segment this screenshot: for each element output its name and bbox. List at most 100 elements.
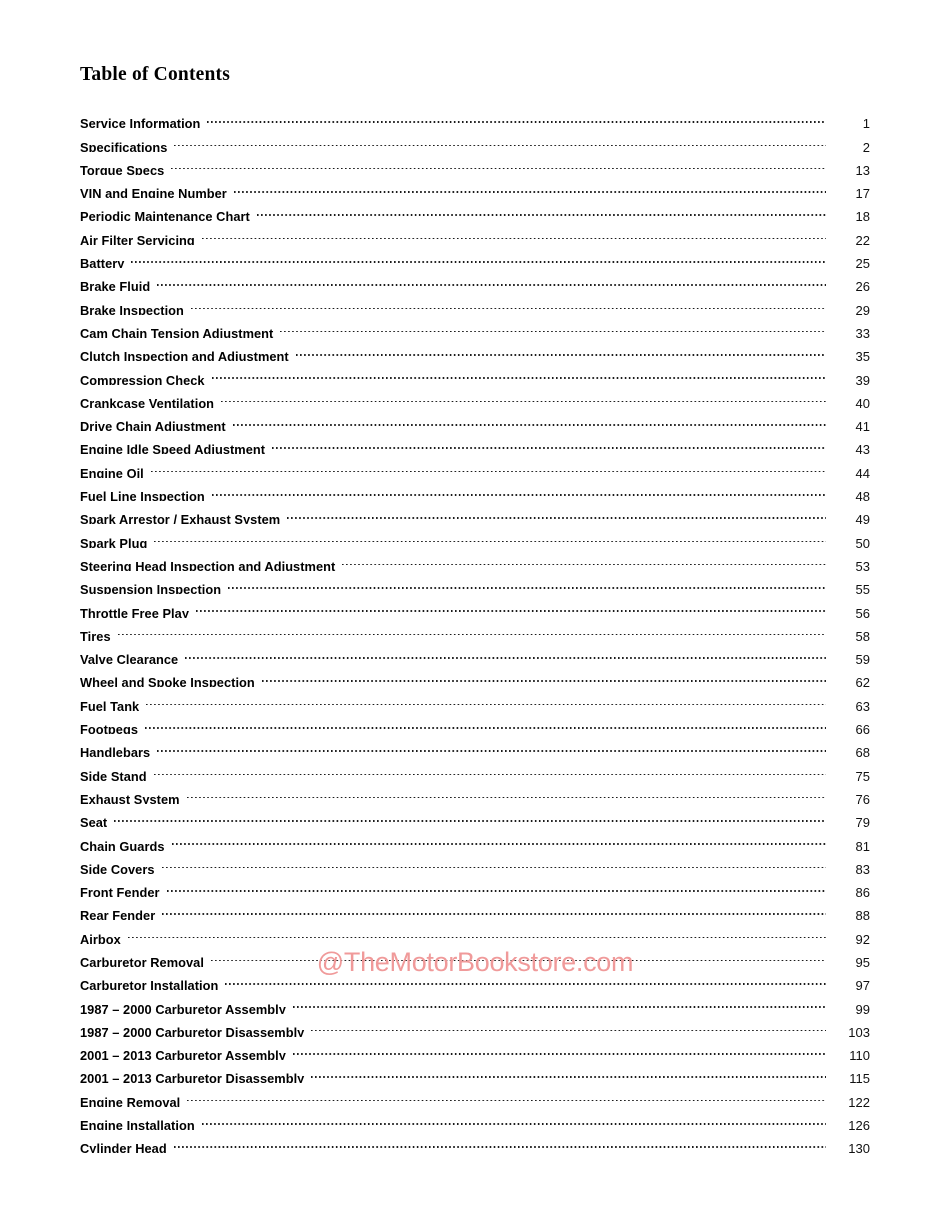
toc-entry-page-number: 88 [855, 908, 870, 921]
toc-entry[interactable]: Fuel Tank 63 [80, 687, 870, 711]
toc-entry-page-number: 63 [855, 698, 870, 711]
toc-entry-page-number: 76 [855, 791, 870, 804]
toc-dot-leader [201, 221, 826, 244]
toc-entry[interactable]: Wheel and Spoke Inspection 62 [80, 664, 870, 687]
toc-dot-leader [311, 1014, 826, 1037]
toc-entry[interactable]: VIN and Engine Number 17 [80, 175, 870, 198]
toc-entry[interactable]: Carburetor Removal 95 [80, 944, 870, 967]
toc-entry[interactable]: Handlebars 68 [80, 734, 870, 757]
toc-entry-page-number: 92 [855, 931, 870, 944]
toc-entry[interactable]: Rear Fender 88 [80, 897, 870, 920]
toc-entry[interactable]: Side Covers 83 [80, 851, 870, 874]
toc-entry-label: Specifications [80, 139, 168, 152]
toc-entry[interactable]: Spark Plug 50 [80, 524, 870, 548]
toc-entry-page-number: 25 [855, 256, 870, 269]
toc-dot-leader [211, 361, 826, 384]
toc-entry[interactable]: Side Stand 75 [80, 757, 870, 781]
toc-entry[interactable]: Throttle Free Play 56 [80, 594, 870, 618]
toc-entry[interactable]: Crankcase Ventilation 40 [80, 385, 870, 408]
toc-dot-leader [131, 245, 826, 268]
toc-entry-label: Engine Idle Speed Adjustment [80, 442, 266, 455]
toc-entry-page-number: 62 [855, 675, 870, 688]
toc-entry[interactable]: 2001 – 2013 Carburetor Disassembly 115 [80, 1060, 870, 1083]
toc-entry-label: Seat [80, 815, 108, 828]
toc-entry[interactable]: Brake Fluid 26 [80, 268, 870, 291]
toc-entry-label: Engine Installation [80, 1118, 195, 1131]
toc-entry-label: Crankcase Ventilation [80, 395, 215, 408]
toc-entry[interactable]: Fuel Line Inspection 48 [80, 478, 870, 501]
toc-entry[interactable]: Service Information 1 [80, 105, 870, 128]
toc-entry-page-number: 59 [855, 652, 870, 665]
toc-entry-page-number: 39 [855, 372, 870, 385]
toc-entry[interactable]: Chain Guards 81 [80, 827, 870, 851]
toc-entry[interactable]: Engine Idle Speed Adjustment 43 [80, 431, 870, 454]
toc-entry-page-number: 41 [855, 419, 870, 432]
toc-entry[interactable]: 1987 – 2000 Carburetor Disassembly 103 [80, 1014, 870, 1037]
toc-dot-leader [261, 664, 826, 687]
toc-entry[interactable]: Seat 79 [80, 804, 870, 827]
toc-entry-label: Cam Chain Tension Adjustment [80, 325, 274, 338]
toc-dot-leader [280, 315, 826, 338]
toc-dot-leader [144, 711, 826, 734]
toc-entry[interactable]: Air Filter Servicing 22 [80, 221, 870, 245]
toc-entry[interactable]: Torque Specs 13 [80, 152, 870, 175]
toc-entry-page-number: 53 [855, 558, 870, 571]
toc-entry[interactable]: Steering Head Inspection and Adjustment … [80, 548, 870, 571]
toc-dot-leader [292, 990, 826, 1013]
toc-entry-page-number: 33 [855, 325, 870, 338]
toc-entry-label: Carburetor Removal [80, 954, 204, 967]
toc-entry[interactable]: Compression Check 39 [80, 361, 870, 385]
toc-entry[interactable]: 2001 – 2013 Carburetor Assembly 110 [80, 1037, 870, 1060]
toc-entry[interactable]: Tires 58 [80, 618, 870, 641]
toc-entry-label: Service Information [80, 116, 201, 129]
toc-entry[interactable]: Carburetor Installation 97 [80, 967, 870, 990]
toc-entry[interactable]: Specifications 2 [80, 128, 870, 152]
toc-entry-page-number: 35 [855, 349, 870, 362]
toc-entry[interactable]: Clutch Inspection and Adjustment 35 [80, 338, 870, 361]
toc-entry-label: Torque Specs [80, 162, 165, 175]
toc-entry-page-number: 43 [855, 442, 870, 455]
toc-entry-page-number: 130 [848, 1141, 870, 1154]
toc-entry-label: Engine Removal [80, 1094, 181, 1107]
toc-dot-leader [150, 454, 826, 477]
toc-entry[interactable]: 1987 – 2000 Carburetor Assembly 99 [80, 990, 870, 1014]
toc-dot-leader [311, 1060, 826, 1083]
toc-entry[interactable]: Engine Removal 122 [80, 1083, 870, 1107]
toc-entry[interactable]: Drive Chain Adjustment 41 [80, 408, 870, 431]
toc-entry[interactable]: Exhaust System 76 [80, 781, 870, 804]
toc-dot-leader [117, 618, 826, 641]
toc-dot-leader [207, 105, 826, 128]
toc-entry[interactable]: Battery 25 [80, 245, 870, 268]
toc-entry[interactable]: Cam Chain Tension Adjustment 33 [80, 315, 870, 338]
toc-entry-label: Spark Plug [80, 535, 148, 548]
toc-entry[interactable]: Spark Arrestor / Exhaust System 49 [80, 501, 870, 524]
toc-entry-label: Side Covers [80, 861, 155, 874]
toc-entry-page-number: 81 [855, 838, 870, 851]
toc-entry-page-number: 1 [862, 116, 870, 129]
toc-entry[interactable]: Valve Clearance 59 [80, 641, 870, 664]
toc-entry[interactable]: Engine Oil 44 [80, 454, 870, 478]
toc-entry-page-number: 115 [849, 1071, 870, 1084]
toc-entry-page-number: 44 [855, 465, 870, 478]
toc-entry-label: Exhaust System [80, 791, 180, 804]
toc-entry-page-number: 40 [855, 395, 870, 408]
toc-entry[interactable]: Front Fender 86 [80, 874, 870, 897]
toc-entry[interactable]: Periodic Maintenance Chart 18 [80, 198, 870, 221]
toc-entry[interactable]: Footpegs 66 [80, 711, 870, 734]
toc-entry[interactable]: Engine Installation 126 [80, 1107, 870, 1130]
toc-entry-page-number: 86 [855, 885, 870, 898]
toc-entry-page-number: 48 [855, 489, 870, 502]
toc-entry[interactable]: Brake Inspection 29 [80, 291, 870, 315]
toc-entry-page-number: 49 [855, 512, 870, 525]
toc-dot-leader [146, 687, 826, 710]
toc-entry-page-number: 95 [855, 954, 870, 967]
toc-entry-label: Tires [80, 628, 111, 641]
table-of-contents-list: Service Information 1 Specifications 2 T… [80, 105, 870, 1153]
toc-dot-leader [186, 781, 826, 804]
toc-entry-label: Steering Head Inspection and Adjustment [80, 558, 336, 571]
toc-dot-leader [185, 641, 826, 664]
toc-entry[interactable]: Suspension Inspection 55 [80, 571, 870, 594]
toc-entry[interactable]: Airbox 92 [80, 920, 870, 944]
document-page: Table of Contents Service Information 1 … [0, 0, 950, 1229]
toc-entry[interactable]: Cylinder Head 130 [80, 1130, 870, 1153]
